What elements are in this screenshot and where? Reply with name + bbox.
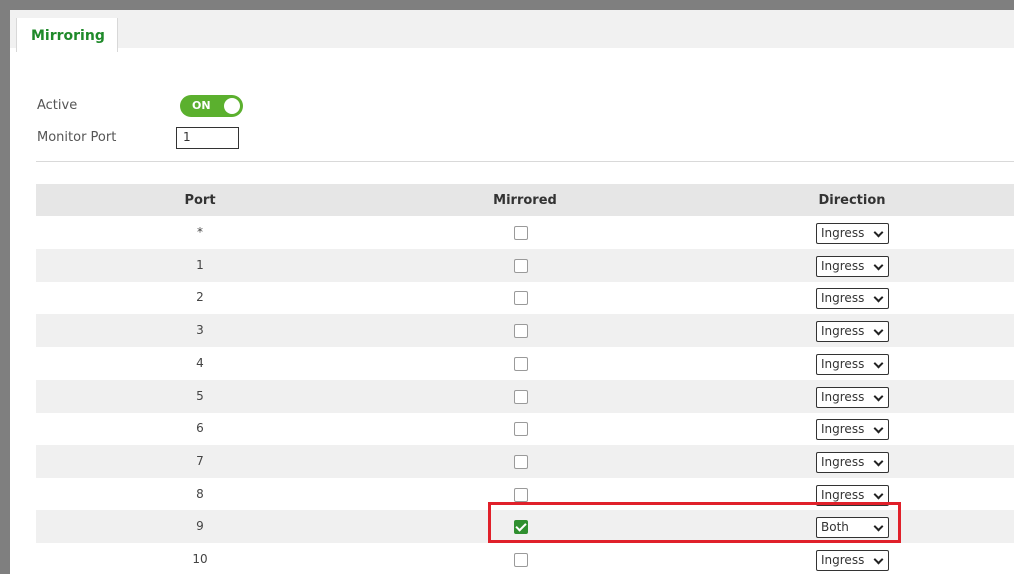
- toggle-state-text: ON: [192, 99, 211, 112]
- mirrored-checkbox[interactable]: [514, 226, 528, 240]
- direction-select[interactable]: Ingress: [816, 321, 889, 343]
- header-direction: Direction: [818, 193, 886, 208]
- active-toggle[interactable]: ON: [180, 95, 243, 117]
- direction-select[interactable]: Ingress: [816, 419, 889, 441]
- toggle-knob: [224, 98, 240, 114]
- mirrored-checkbox[interactable]: [514, 487, 528, 502]
- port-cell: 6: [196, 421, 204, 436]
- table-row: 4 Ingress: [36, 347, 1014, 380]
- direction-value: Ingress: [821, 226, 865, 240]
- monitor-port-input[interactable]: 1: [176, 127, 239, 149]
- chevron-down-icon: [873, 227, 884, 238]
- direction-select[interactable]: Ingress: [816, 223, 889, 244]
- chevron-down-icon: [873, 391, 884, 401]
- port-cell: 7: [196, 453, 204, 468]
- direction-select[interactable]: Ingress: [816, 353, 889, 375]
- port-cell: 1: [196, 257, 204, 272]
- table-row: 3 Ingress: [36, 314, 1014, 348]
- highlight-box: [488, 502, 901, 543]
- direction-value: Ingress: [821, 487, 865, 502]
- direction-select[interactable]: Ingress: [816, 550, 889, 571]
- port-cell: 2: [196, 290, 204, 305]
- window-frame-left: [0, 0, 10, 574]
- tab-bar: [10, 10, 1014, 48]
- window-frame-top: [0, 0, 1014, 10]
- direction-value: Ingress: [821, 553, 865, 567]
- tab-mirroring[interactable]: Mirroring: [16, 18, 118, 52]
- chevron-down-icon: [873, 489, 884, 500]
- table-row: 6 Ingress: [36, 412, 1014, 445]
- direction-value: Ingress: [821, 356, 865, 371]
- mirrored-checkbox[interactable]: [514, 258, 528, 273]
- chevron-down-icon: [873, 325, 884, 336]
- direction-value: Ingress: [821, 258, 865, 273]
- port-cell: *: [197, 225, 203, 239]
- direction-select[interactable]: Ingress: [816, 451, 889, 473]
- mirrored-checkbox[interactable]: [514, 356, 528, 371]
- port-cell: 10: [192, 552, 208, 566]
- table-row: 10 Ingress: [36, 543, 1014, 576]
- table-header-row: Port Mirrored Direction: [36, 184, 1014, 216]
- chevron-down-icon: [873, 358, 884, 369]
- mirrored-checkbox[interactable]: [514, 454, 528, 469]
- direction-value: Ingress: [821, 291, 865, 306]
- chevron-down-icon: [873, 260, 884, 271]
- port-cell: 9: [196, 519, 204, 534]
- mirrored-checkbox[interactable]: [514, 553, 528, 567]
- mirrored-checkbox[interactable]: [514, 422, 528, 437]
- direction-select[interactable]: Ingress: [816, 255, 889, 277]
- port-cell: 8: [196, 486, 204, 501]
- port-cell: 4: [196, 355, 204, 370]
- direction-select[interactable]: Ingress: [816, 386, 889, 408]
- header-mirrored: Mirrored: [493, 193, 557, 208]
- active-label: Active: [37, 98, 78, 113]
- table-row: 5 Ingress: [36, 379, 1014, 413]
- section-divider: [36, 161, 1014, 162]
- chevron-down-icon: [873, 456, 884, 467]
- monitor-port-label: Monitor Port: [37, 130, 117, 145]
- mirrored-checkbox[interactable]: [514, 324, 528, 339]
- direction-value: Ingress: [821, 324, 865, 339]
- table-row: 2 Ingress: [36, 281, 1014, 314]
- chevron-down-icon: [873, 292, 884, 303]
- table-row: 1 Ingress: [36, 248, 1014, 282]
- direction-value: Ingress: [821, 389, 865, 404]
- direction-value: Ingress: [821, 454, 865, 469]
- port-cell: 5: [196, 388, 204, 403]
- mirrored-checkbox[interactable]: [514, 291, 528, 306]
- chevron-down-icon: [873, 554, 884, 565]
- chevron-down-icon: [873, 423, 884, 434]
- header-port: Port: [184, 193, 216, 208]
- port-cell: 3: [196, 323, 204, 338]
- direction-value: Ingress: [821, 422, 865, 437]
- mirrored-checkbox[interactable]: [514, 389, 528, 404]
- table-row: 7 Ingress: [36, 444, 1014, 478]
- direction-select[interactable]: Ingress: [816, 288, 889, 310]
- table-row: * Ingress: [36, 216, 1014, 249]
